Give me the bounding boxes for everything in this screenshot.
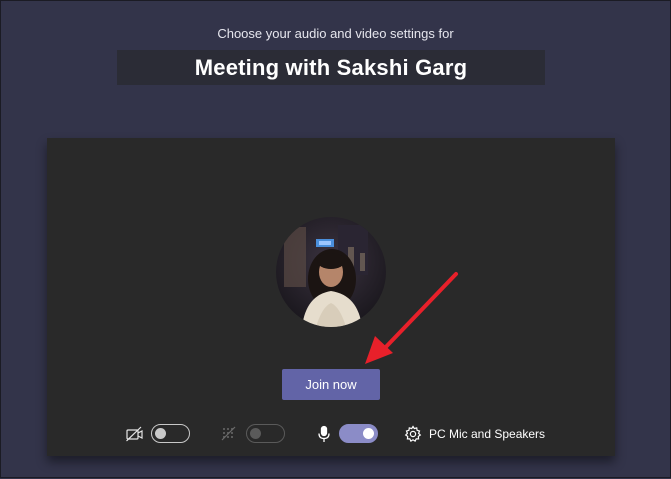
camera-toggle[interactable] [151, 424, 190, 443]
meeting-title-bar: Meeting with Sakshi Garg [117, 50, 545, 85]
camera-off-icon[interactable] [125, 424, 145, 444]
microphone-toggle-knob [363, 427, 374, 439]
gear-icon[interactable] [403, 424, 423, 444]
device-settings-label[interactable]: PC Mic and Speakers [429, 427, 545, 441]
join-now-button[interactable]: Join now [282, 369, 380, 400]
background-blur-toggle [246, 424, 285, 443]
avatar [276, 217, 386, 327]
camera-toggle-knob [155, 427, 166, 439]
meeting-title: Meeting with Sakshi Garg [194, 54, 468, 80]
microphone-toggle[interactable] [339, 424, 378, 443]
background-blur-toggle-knob [250, 427, 261, 439]
device-controls: PC Mic and Speakers [47, 424, 615, 444]
subtitle: Choose your audio and video settings for [217, 26, 454, 41]
preview-panel: Join now PC Mic and Speakers [47, 138, 615, 456]
microphone-icon[interactable] [314, 424, 334, 444]
background-blur-icon [220, 424, 240, 444]
